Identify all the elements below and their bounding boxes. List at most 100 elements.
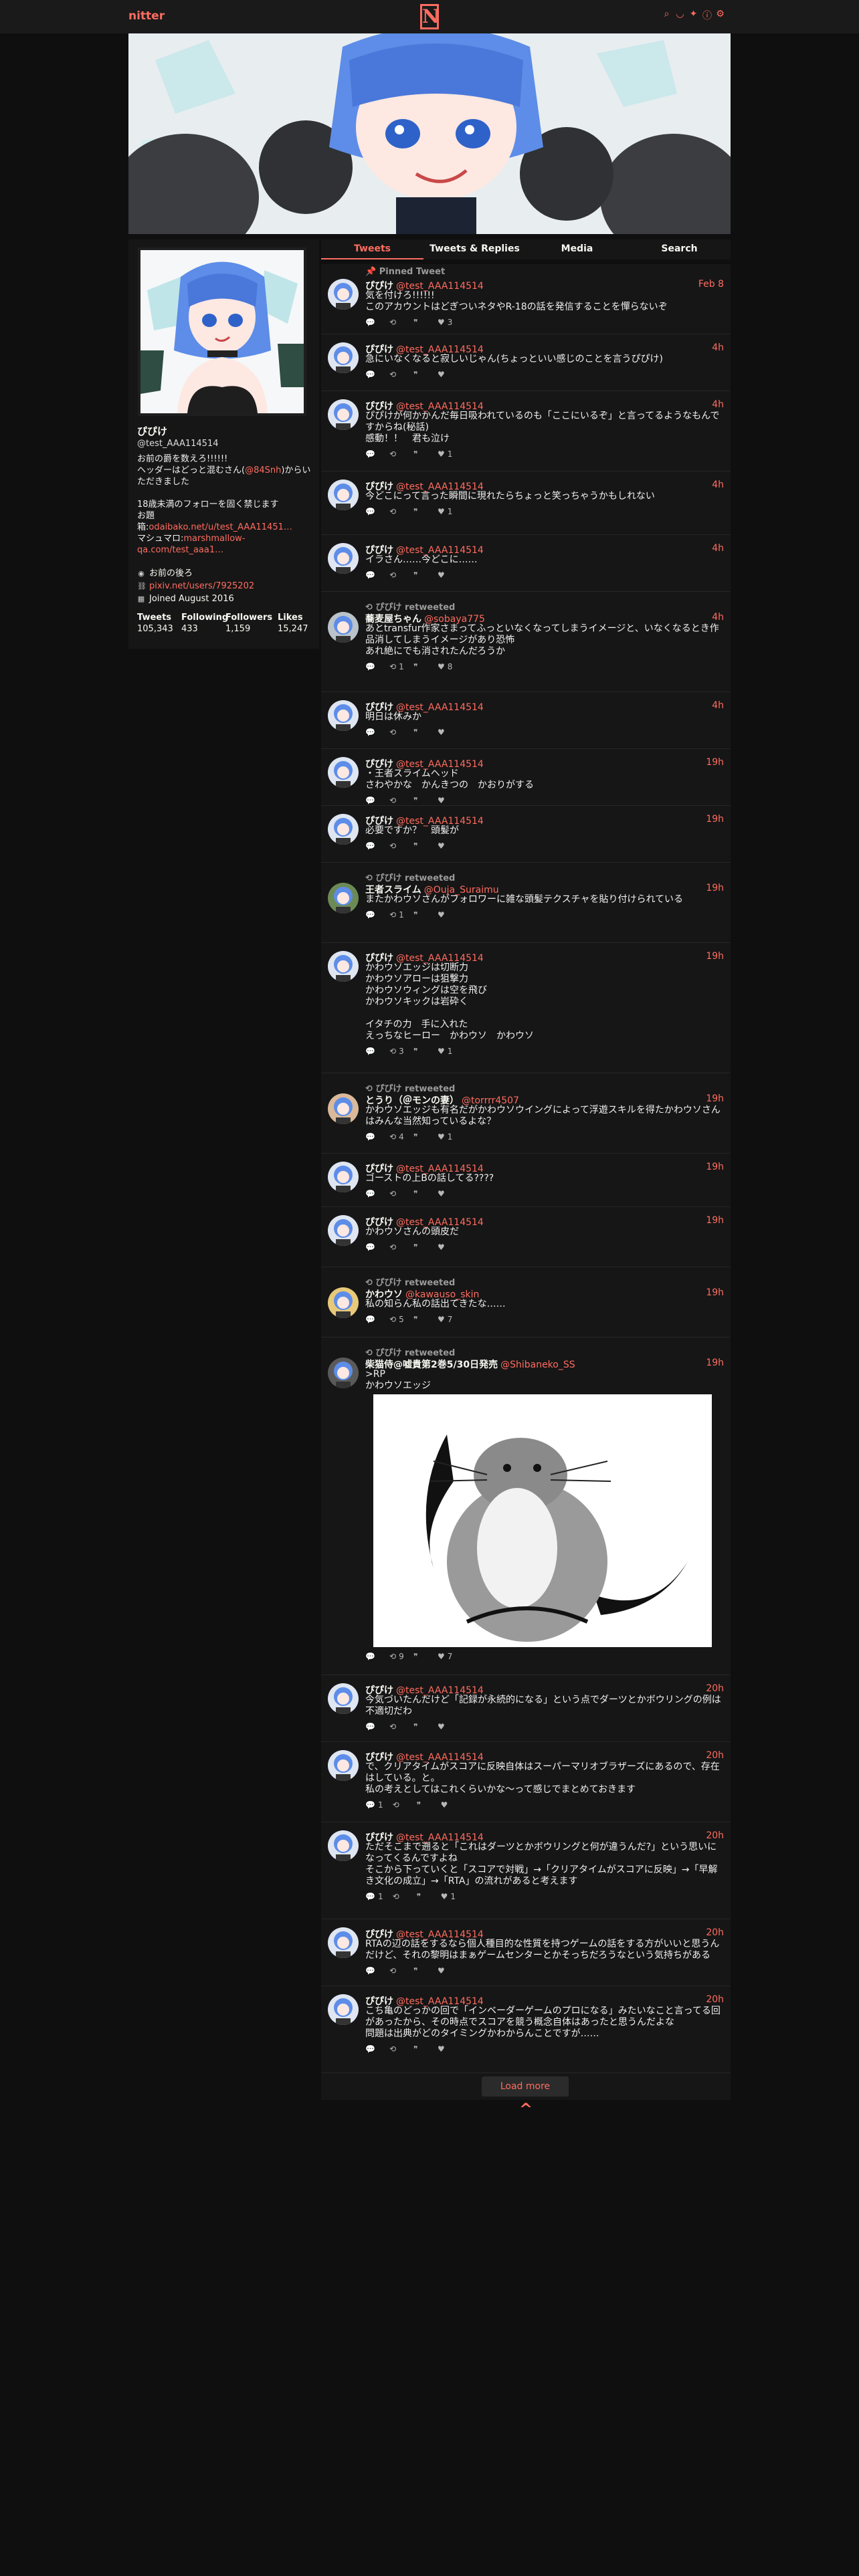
tweet[interactable]: ぴぴけ @test_AAA114514 19h ゴーストの上Bの話してる???? 💬 ⟲ ❞… [321,1154,731,1207]
like-count[interactable]: ♥ 1 [441,1891,456,1902]
tweet-avatar[interactable] [328,279,359,310]
tweet-avatar[interactable] [328,1215,359,1246]
tweet-username[interactable]: @sobaya775 [424,614,485,625]
retweet-count[interactable]: ⟲ [389,506,404,517]
quote-count[interactable]: ❞ [413,1314,428,1325]
tweet[interactable]: ぴぴけ @test_AAA114514 20h 今気づいたんだけど「記録が永続的になる… [321,1675,731,1742]
reply-count[interactable]: 💬 [365,1965,380,1976]
like-count[interactable]: ♥ 1 [438,1046,452,1057]
reply-count[interactable]: 💬 [365,909,380,920]
reply-count[interactable]: 💬 [365,1046,380,1057]
tweet-date[interactable]: 4h [712,612,724,623]
stat-followers[interactable]: Followers 1,159 [225,613,278,634]
tweet[interactable]: ぴぴけ @test_AAA114514 20h RTAの辺の話をするなら個人種目的な性… [321,1919,731,1986]
profile-website[interactable]: pixiv.net/users/7925202 [149,580,254,593]
retweet-count[interactable]: ⟲ [389,1721,404,1732]
rss-icon[interactable]: ◡ [676,9,684,22]
tweet-media-image[interactable] [373,1394,712,1647]
tweet-date[interactable]: 4h [712,543,724,554]
tweet-username[interactable]: @test_AAA114514 [396,816,484,827]
retweet-count[interactable]: ⟲ [389,1242,404,1253]
quote-count[interactable]: ❞ [417,1891,432,1902]
tweet[interactable]: ぴぴけ @test_AAA114514 19h ・王者スライムヘッド さわやかな かん… [321,749,731,806]
tweet-username[interactable]: @test_AAA114514 [396,481,484,492]
retweet-count[interactable]: ⟲ [389,317,404,328]
reply-count[interactable]: 💬 [365,661,380,672]
reply-count[interactable]: 💬 [365,1651,380,1662]
quote-count[interactable]: ❞ [413,1188,428,1199]
tweet-username[interactable]: @test_AAA114514 [396,344,484,355]
tweet-username[interactable]: @Ouja_Suraimu [424,885,499,895]
quote-count[interactable]: ❞ [413,1651,428,1662]
tweet-username[interactable]: @test_AAA114514 [396,1929,484,1940]
tweet-fullname[interactable]: 王者スライム [365,885,421,895]
tweet-avatar[interactable] [328,1093,359,1124]
tweet-username[interactable]: @kawauso_skin [405,1289,479,1300]
tweet-fullname[interactable]: とうり（＠モンの妻） [365,1095,459,1106]
tweet[interactable]: 📌 Pinned Tweet ぴぴけ @test_AAA114514 Feb 8 気を付… [321,264,731,334]
tweet-fullname[interactable]: ぴぴけ [365,1832,393,1843]
quote-count[interactable]: ❞ [413,661,428,672]
like-count[interactable]: ♥ 8 [438,661,452,672]
tweet-fullname[interactable]: ぴぴけ [365,281,393,292]
tweet-date[interactable]: 20h [706,1750,724,1761]
retweet-count[interactable]: ⟲ [389,1965,404,1976]
retweet-count[interactable]: ⟲ 1 [389,909,404,920]
tweet-fullname[interactable]: 蕎麦屋ちゃん [365,614,421,625]
like-count[interactable]: ♥ 7 [438,1314,452,1325]
tweet-fullname[interactable]: ぴぴけ [365,953,393,964]
tab-tweets[interactable]: Tweets [321,239,423,259]
tweet-fullname[interactable]: ぴぴけ [365,759,393,770]
tweet[interactable]: ぴぴけ @test_AAA114514 4h 今どこにって言った瞬間に現れたらちょっと… [321,471,731,535]
tweet-username[interactable]: @test_AAA114514 [396,953,484,964]
reply-count[interactable]: 💬 [365,506,380,517]
tweet[interactable]: ぴぴけ @test_AAA114514 20h ただそこまで遡ると「これはダーツとかボ… [321,1822,731,1919]
tweet-fullname[interactable]: ぴぴけ [365,1685,393,1696]
retweet-count[interactable]: ⟲ [393,1891,407,1902]
tweet[interactable]: ぴぴけ @test_AAA114514 4h 急にいなくなると寂しいじゃん(ちょっとい… [321,334,731,391]
tweet[interactable]: ぴぴけ @test_AAA114514 4h ぴぴけが何かかんだ毎日吸われているのも「… [321,391,731,471]
reply-count[interactable]: 💬 [365,2044,380,2054]
like-count[interactable]: ♥ [438,909,452,920]
like-count[interactable]: ♥ [438,570,452,580]
tweet-avatar[interactable] [328,814,359,845]
tweet-avatar[interactable] [328,1358,359,1388]
tweet-fullname[interactable]: ぴぴけ [365,816,393,827]
tweet-date[interactable]: 4h [712,700,724,711]
tweet-username[interactable]: @test_AAA114514 [396,1996,484,2007]
quote-count[interactable]: ❞ [413,1242,428,1253]
like-count[interactable]: ♥ 1 [438,506,452,517]
tweet-fullname[interactable]: ぴぴけ [365,1164,393,1174]
quote-count[interactable]: ❞ [413,795,428,806]
retweet-count[interactable]: ⟲ 9 [389,1651,404,1662]
reply-count[interactable]: 💬 [365,795,380,806]
tweet-username[interactable]: @test_AAA114514 [396,702,484,713]
stat-likes[interactable]: Likes 15,247 [278,613,318,634]
retweet-count[interactable]: ⟲ [389,727,404,738]
retweet-count[interactable]: ⟲ [389,570,404,580]
tweet-avatar[interactable] [328,612,359,643]
retweet-count[interactable]: ⟲ [389,449,404,459]
tweet-avatar[interactable] [328,757,359,788]
tweet-avatar[interactable] [328,1830,359,1861]
tweet-date[interactable]: 4h [712,399,724,410]
tweet-fullname[interactable]: ぴぴけ [365,1929,393,1940]
quote-count[interactable]: ❞ [413,506,428,517]
quote-count[interactable]: ❞ [413,1046,428,1057]
quote-count[interactable]: ❞ [413,317,428,328]
quote-count[interactable]: ❞ [417,1800,432,1810]
settings-icon[interactable]: ⚙ [716,9,725,22]
tweet-date[interactable]: 19h [706,1215,724,1226]
reply-count[interactable]: 💬 [365,369,380,380]
bio-mention-link[interactable]: @84Snh [245,465,281,475]
tweet[interactable]: ぴぴけ @test_AAA114514 19h かわウソさんの頭皮だ 💬 ⟲ ❞ ♥ [321,1207,731,1267]
tab-media[interactable]: Media [526,239,628,259]
tweet-username[interactable]: @torrrr4507 [462,1095,519,1106]
tweet[interactable]: ぴぴけ @test_AAA114514 4h 明日は休みか 💬 ⟲ ❞ ♥ [321,692,731,749]
quote-count[interactable]: ❞ [413,727,428,738]
stat-following[interactable]: Following 433 [181,613,228,634]
tweet-date[interactable]: 20h [706,1994,724,2005]
retweet-count[interactable]: ⟲ [389,1188,404,1199]
quote-count[interactable]: ❞ [413,909,428,920]
profile-handle[interactable]: @test_AAA114514 [137,439,219,449]
